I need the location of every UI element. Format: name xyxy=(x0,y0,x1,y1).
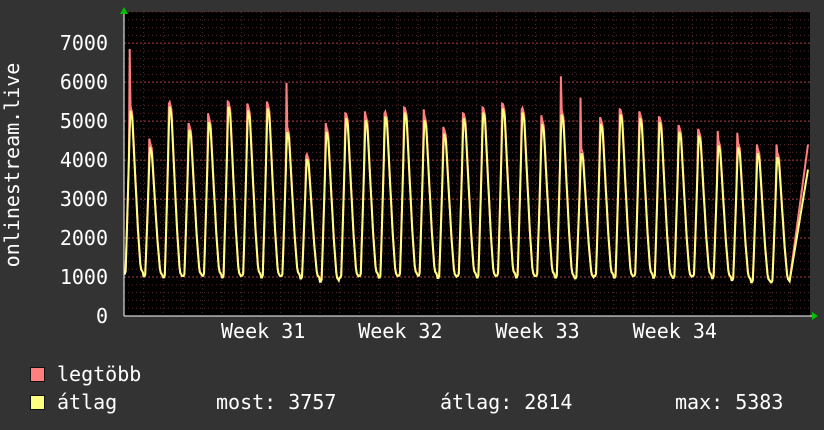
stat-current: most: 3757 xyxy=(216,390,337,414)
legend-item-max: legtöbb xyxy=(30,361,141,387)
y-tick-label: 1000 xyxy=(60,265,108,289)
y-tick-label: 7000 xyxy=(60,31,108,55)
y-tick-label: 4000 xyxy=(60,148,108,172)
legend-label-max: legtöbb xyxy=(57,362,142,386)
y-tick-label: 5000 xyxy=(60,109,108,133)
y-axis-ticks: 0 1000 2000 3000 4000 5000 6000 7000 xyxy=(60,31,108,328)
x-axis-arrow xyxy=(812,312,818,320)
legend-label-avg: átlag xyxy=(57,390,118,414)
y-tick-label: 3000 xyxy=(60,187,108,211)
x-axis-ticks: Week 31 Week 32 Week 33 Week 34 xyxy=(221,319,717,343)
y-tick-label: 0 xyxy=(96,304,108,328)
legend-swatch-avg xyxy=(30,394,45,410)
x-tick-label: Week 32 xyxy=(358,319,442,343)
chart-figure: 0 1000 2000 3000 4000 5000 6000 7000 Week 31 Wee… xyxy=(0,0,824,430)
y-axis-label: onlinestream.live xyxy=(0,63,24,268)
x-tick-label: Week 33 xyxy=(495,319,579,343)
legend-swatch-max xyxy=(30,366,45,382)
y-axis-arrow xyxy=(120,7,128,14)
y-tick-label: 6000 xyxy=(60,70,108,94)
x-tick-label: Week 31 xyxy=(221,319,305,343)
legend-item-avg: átlag xyxy=(30,389,117,415)
x-tick-label: Week 34 xyxy=(633,319,717,343)
y-tick-label: 2000 xyxy=(60,226,108,250)
stat-maximum: max: 5383 xyxy=(675,390,784,414)
stat-average: átlag: 2814 xyxy=(440,390,573,414)
